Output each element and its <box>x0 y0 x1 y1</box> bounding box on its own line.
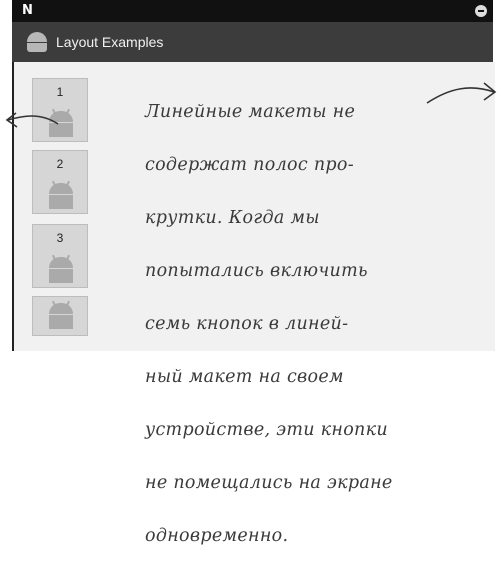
annotation-line: не помещались на экране <box>145 472 393 493</box>
annotation-line: крутки. Когда мы <box>145 207 320 228</box>
annotation-line: ный макет на своем <box>145 366 344 387</box>
left-arrow-icon <box>7 115 59 125</box>
annotation-line: Линейные макеты не <box>145 101 356 122</box>
annotation-note: Линейные макеты не содержат полос про- к… <box>145 72 465 576</box>
annotation-line: семь кнопок в линей- <box>145 313 349 334</box>
annotation-line: одновременно. <box>145 525 289 546</box>
annotation-line: содержат полос про- <box>145 154 354 175</box>
annotation-line: попытались включить <box>145 260 368 281</box>
annotation-line: устройстве, эти кнопки <box>145 419 388 440</box>
